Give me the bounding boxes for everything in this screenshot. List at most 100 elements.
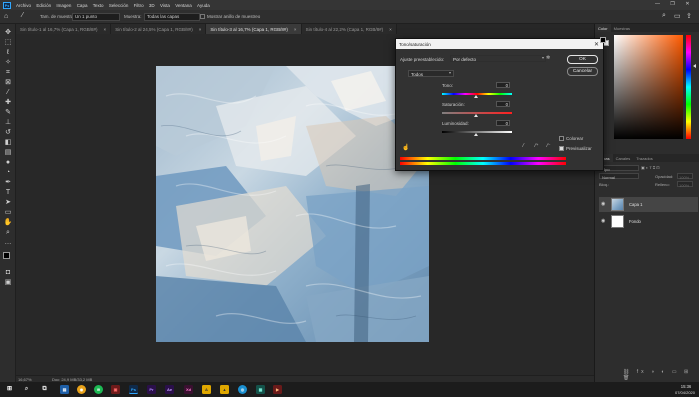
crop-tool-icon[interactable]: ⌗ (3, 68, 13, 77)
explorer-icon[interactable]: ▤ (60, 385, 69, 394)
document-tab[interactable]: Sin título-4 al 22,2% (Capa 1, RGB/8#) × (301, 24, 397, 34)
dialog-titlebar[interactable]: Tono/saturación ✕ (396, 39, 603, 49)
app-icon-red[interactable]: ▣ (111, 385, 120, 394)
tab-swatches[interactable]: Muestras (611, 24, 633, 32)
layer-filter-icons[interactable]: ▣ ◐ T ⌗ ⊡ (641, 165, 660, 170)
history-brush-icon[interactable]: ↺ (3, 128, 13, 137)
menu-filtro[interactable]: Filtro (134, 3, 144, 8)
opacity-value[interactable]: 100% (677, 173, 693, 180)
foreground-color-swatch[interactable] (3, 252, 10, 259)
menu-imagen[interactable]: Imagen (56, 3, 71, 8)
premiere-icon[interactable]: Pr (147, 385, 156, 394)
eyedropper-icon[interactable]: ⁄ (523, 143, 524, 149)
app-icon-blue-circle[interactable]: ◎ (238, 385, 247, 394)
xd-icon[interactable]: Xd (184, 385, 193, 394)
menu-vista[interactable]: Vista (160, 3, 170, 8)
channel-select[interactable]: Todos (408, 70, 454, 77)
search-icon[interactable]: ⌕ (22, 385, 31, 394)
menu-archivo[interactable]: Archivo (16, 3, 31, 8)
blend-mode-select[interactable]: Normal (599, 173, 639, 180)
healing-brush-icon[interactable]: ✚ (3, 98, 13, 107)
app-icon-media[interactable]: ▶ (273, 385, 282, 394)
eyedropper-tool-icon[interactable]: ⁄ (22, 12, 23, 19)
hue-value-input[interactable]: 0 (496, 82, 510, 88)
show-ring-checkbox[interactable] (200, 14, 205, 19)
tab-color[interactable]: Color (595, 24, 611, 32)
zoom-tool-icon[interactable]: ⌕ (3, 228, 13, 237)
foreground-swatch[interactable] (600, 37, 606, 43)
menu-edicion[interactable]: Edición (36, 3, 51, 8)
screen-mode-icon[interactable]: ▣ (3, 278, 13, 287)
targeted-adjustment-hand-icon[interactable]: ☝ (402, 144, 409, 151)
add-to-sample-eyedropper-icon[interactable]: ⁄⁺ (535, 143, 538, 149)
layer-actions-icons[interactable]: ⛓ fx ◑ ◐ ▭ ⊞ 🗑 (623, 369, 699, 381)
app-icon-yellow[interactable]: A (202, 385, 211, 394)
document-canvas-image[interactable] (156, 66, 429, 342)
visibility-eye-icon[interactable]: ◉ (601, 201, 605, 207)
lasso-tool-icon[interactable]: ℓ (3, 48, 13, 57)
menu-texto[interactable]: Texto (93, 3, 104, 8)
visibility-eye-icon[interactable]: ◉ (601, 218, 605, 224)
blur-tool-icon[interactable]: ● (3, 158, 13, 167)
maximize-button[interactable]: ❐ (665, 1, 680, 7)
document-tab[interactable]: Sin título-2 al 24,5% (Capa 1, RGB/8#) × (111, 24, 207, 34)
tab-channels[interactable]: Canales (613, 154, 634, 162)
subtract-from-sample-eyedropper-icon[interactable]: ⁄⁻ (547, 143, 550, 149)
type-tool-icon[interactable]: T (3, 188, 13, 197)
path-selection-icon[interactable]: ➤ (3, 198, 13, 207)
task-view-icon[interactable]: ⧉ (40, 385, 49, 394)
document-tab[interactable]: Sin título-1 al 16,7% (Capa 1, RGB/8#) × (16, 24, 112, 34)
brush-tool-icon[interactable]: ✎ (3, 108, 13, 117)
home-icon[interactable]: ⌂ (4, 13, 12, 21)
eraser-tool-icon[interactable]: ◧ (3, 138, 13, 147)
clone-stamp-icon[interactable]: ⊥ (3, 118, 13, 127)
preset-options-gear-icon[interactable]: ✲ (546, 55, 550, 61)
windows-start-icon[interactable]: ⊞ (5, 385, 14, 394)
close-tab-icon[interactable]: × (294, 27, 297, 32)
hue-slider-thumb[interactable] (474, 95, 478, 98)
menu-ventana[interactable]: Ventana (175, 3, 192, 8)
spotify-icon[interactable]: ≋ (94, 385, 103, 394)
sample-from-select[interactable]: Todas las capas (144, 12, 200, 21)
close-tab-icon[interactable]: × (199, 27, 202, 32)
hand-tool-icon[interactable]: ✋ (3, 218, 13, 227)
layer-kind-filter[interactable]: Tipo (599, 165, 639, 172)
move-tool-icon[interactable]: ✥ (3, 28, 13, 37)
pen-tool-icon[interactable]: ✒ (3, 178, 13, 187)
close-tab-icon[interactable]: × (389, 27, 392, 32)
lightness-slider-thumb[interactable] (474, 133, 478, 136)
gradient-tool-icon[interactable]: ▤ (3, 148, 13, 157)
eyedropper-icon[interactable]: ⁄ (3, 88, 13, 97)
saturation-slider-thumb[interactable] (474, 114, 478, 117)
close-icon[interactable]: ✕ (594, 41, 599, 48)
menu-3d[interactable]: 3D (149, 3, 155, 8)
menu-capa[interactable]: Capa (77, 3, 88, 8)
share-icon[interactable]: ⇪ (686, 12, 692, 20)
saturation-value-input[interactable]: 0 (496, 101, 510, 107)
color-picker-field[interactable] (614, 35, 683, 139)
quick-mask-icon[interactable]: ◘ (3, 268, 13, 277)
hue-slider[interactable] (686, 35, 691, 139)
cancel-button[interactable]: Cancelar (567, 67, 598, 76)
marquee-tool-icon[interactable]: ⬚ (3, 38, 13, 47)
app-icon-yellow-2[interactable]: ▲ (220, 385, 229, 394)
photoshop-taskbar-icon[interactable]: Ps (129, 385, 138, 394)
rectangle-tool-icon[interactable]: ▭ (3, 208, 13, 217)
app-icon-teal[interactable]: ▦ (256, 385, 265, 394)
frame-tool-icon[interactable]: ⊠ (3, 78, 13, 87)
lightness-value-input[interactable]: 0 (496, 120, 510, 126)
layer-row[interactable]: ◉ Capa 1 (599, 197, 698, 212)
hue-slider-handle[interactable] (693, 64, 696, 68)
workspace-icon[interactable]: ▭ (674, 12, 681, 20)
layer-row[interactable]: ◉ Fondo (599, 214, 698, 229)
magic-wand-tool-icon[interactable]: ✧ (3, 58, 13, 67)
after-effects-icon[interactable]: Ae (165, 385, 174, 394)
ok-button[interactable]: OK (567, 55, 598, 64)
document-tab-active[interactable]: Sin título-3 al 16,7% (Capa 1, RGB/8#) × (206, 24, 302, 34)
menu-ayuda[interactable]: Ayuda (197, 3, 210, 8)
sample-size-select[interactable]: Un 1 punto (72, 12, 120, 21)
preview-checkbox[interactable] (559, 146, 564, 151)
chevron-down-icon[interactable]: ▾ (542, 55, 544, 60)
colorize-checkbox[interactable] (559, 136, 564, 141)
chrome-icon[interactable]: ◉ (77, 385, 86, 394)
